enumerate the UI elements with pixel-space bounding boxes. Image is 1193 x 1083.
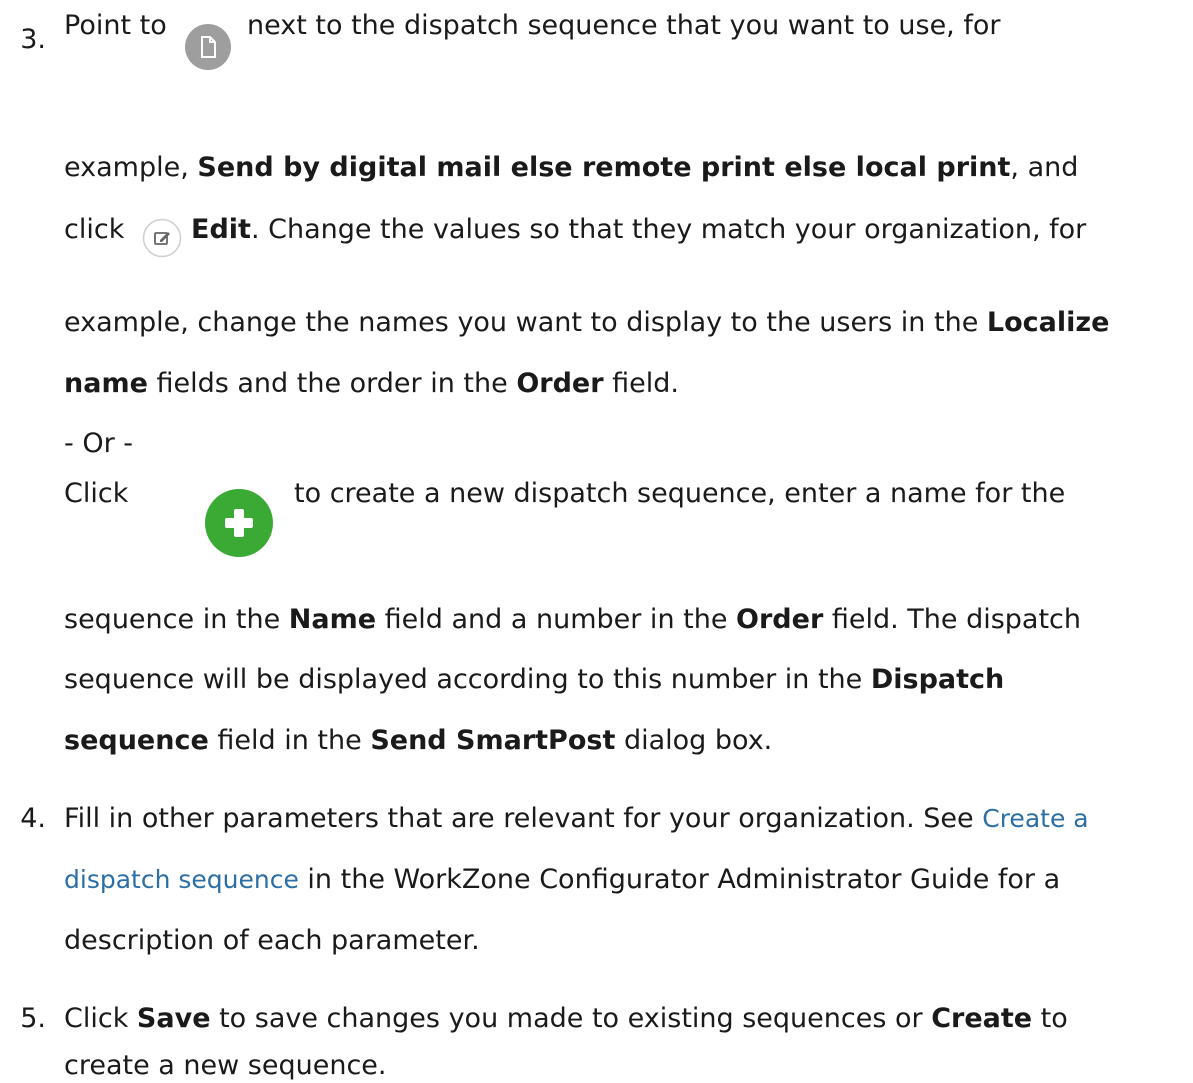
step-3-line-3: click xyxy=(64,214,125,245)
step-3-line-2: example, Send by digital mail else remot… xyxy=(64,152,1079,183)
document-icon xyxy=(185,24,231,77)
edit-icon xyxy=(142,218,182,265)
step-3-line-1b: next to the dispatch sequence that you w… xyxy=(247,10,1001,41)
step-number: 5. xyxy=(20,1003,46,1034)
step-number: 4. xyxy=(20,803,46,834)
step-3-line-1: Point to xyxy=(64,10,167,41)
create-dispatch-sequence-link[interactable]: Create a xyxy=(982,804,1088,833)
step-3-line-9: sequence will be displayed according to … xyxy=(64,664,1005,695)
step-3-line-7: Click xyxy=(64,478,129,509)
plus-icon xyxy=(203,487,275,566)
step-3-line-5: name fields and the order in the Order f… xyxy=(64,368,679,399)
step-5-line-1: Click Save to save changes you made to e… xyxy=(64,1003,1068,1034)
step-3-line-10: sequence field in the Send SmartPost dia… xyxy=(64,725,773,756)
step-number: 3. xyxy=(20,24,46,55)
step-3-line-3b: Edit. Change the values so that they mat… xyxy=(191,214,1087,245)
step-4-line-2: dispatch sequence in the WorkZone Config… xyxy=(64,864,1061,895)
step-4-line-3: description of each parameter. xyxy=(64,925,480,956)
step-3-line-4: example, change the names you want to di… xyxy=(64,307,1110,338)
step-3-line-8: sequence in the Name field and a number … xyxy=(64,604,1082,635)
step-5-line-2: create a new sequence. xyxy=(64,1050,387,1081)
step-3-line-7b: to create a new dispatch sequence, enter… xyxy=(294,478,1066,509)
create-dispatch-sequence-link[interactable]: dispatch sequence xyxy=(64,865,299,894)
step-4-line-1: Fill in other parameters that are releva… xyxy=(64,803,1089,834)
or-separator: - Or - xyxy=(64,428,134,459)
